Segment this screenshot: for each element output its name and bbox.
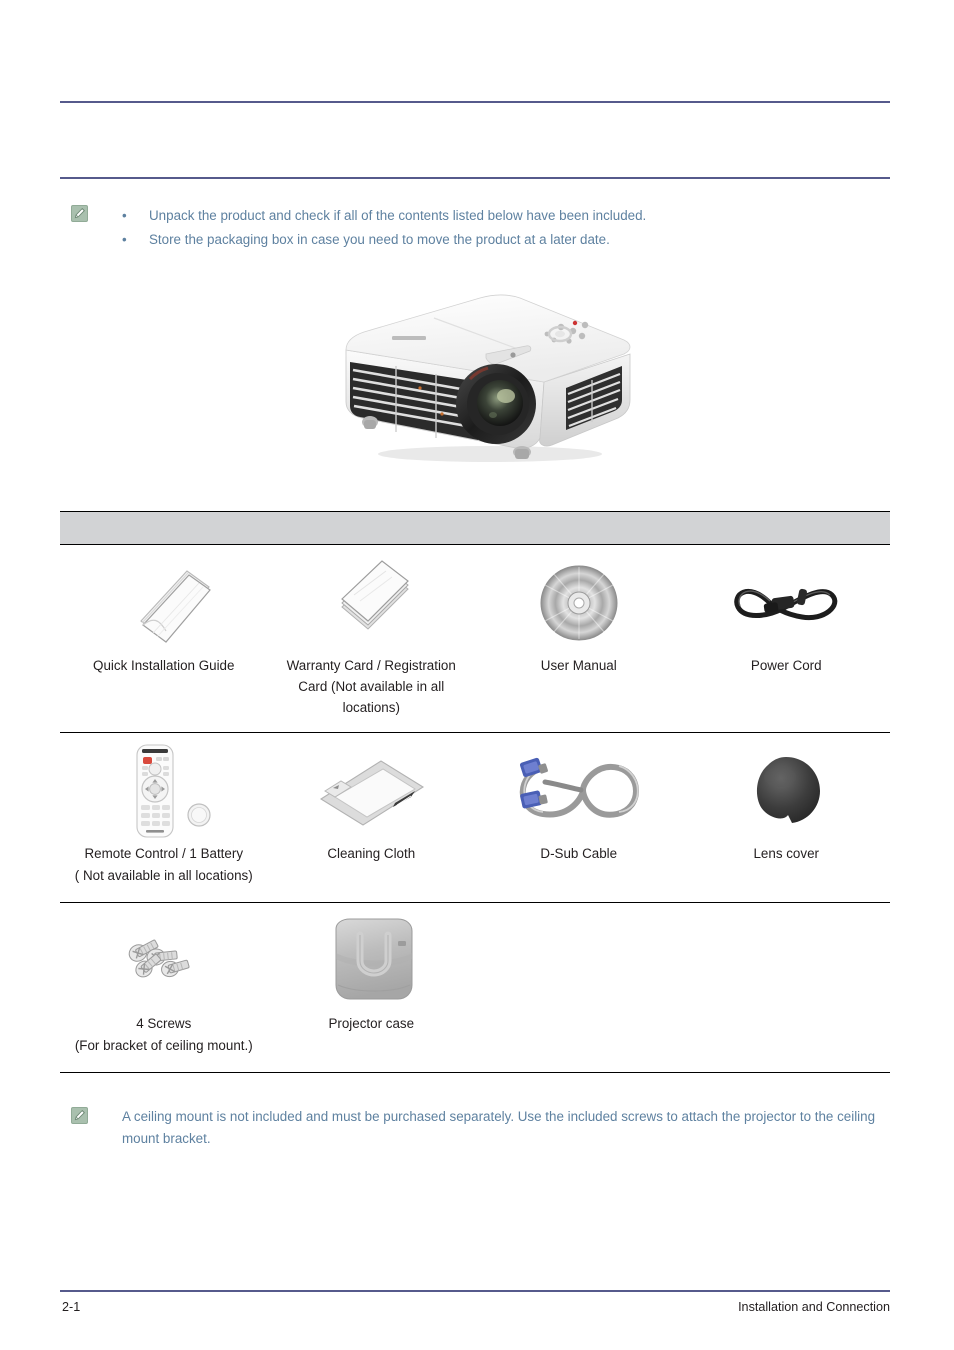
content-item-label: Quick Installation Guide <box>93 658 235 673</box>
note-block-top: • Unpack the product and check if all of… <box>60 204 890 252</box>
content-item-remote-control: Remote Control / 1 Battery ( Not availab… <box>60 733 268 902</box>
content-item-lens-cover: Lens cover <box>683 733 891 902</box>
content-item-label: 4 Screws <box>136 1016 192 1031</box>
box-contents-table: Quick Installation Guide Warranty Card /… <box>60 511 890 1073</box>
content-item-sublabel: ( Not available in all locations) <box>74 868 253 883</box>
content-item-power-cord: Power Cord <box>683 545 891 732</box>
note-pencil-icon <box>71 1107 88 1124</box>
header-rule-bottom <box>60 177 890 179</box>
footer-rule <box>60 1290 890 1292</box>
table-row: Quick Installation Guide Warranty Card /… <box>60 545 890 733</box>
content-item-user-manual: User Manual <box>475 545 683 732</box>
content-item-d-sub-cable: D-Sub Cable <box>475 733 683 902</box>
note-bullet-list: • Unpack the product and check if all of… <box>122 204 890 252</box>
content-item-cleaning-cloth: Cleaning Cloth <box>268 733 476 902</box>
bullet-glyph: • <box>122 232 127 247</box>
note-paragraph-text: A ceiling mount is not included and must… <box>122 1109 876 1146</box>
note-bullet-item: • Unpack the product and check if all of… <box>122 204 890 228</box>
document-page: • Unpack the product and check if all of… <box>0 0 954 1350</box>
quick-installation-guide-icon <box>109 557 219 649</box>
content-item-label: Warranty Card / Registration Card (Not a… <box>286 658 456 715</box>
content-item-label: Lens cover <box>753 846 819 861</box>
d-sub-cable-icon <box>509 745 649 837</box>
content-item-label: Power Cord <box>750 658 822 673</box>
content-item-label: Cleaning Cloth <box>327 846 416 861</box>
footer-section-label: Installation and Connection <box>738 1300 890 1314</box>
content-item-screws: 4 Screws (For bracket of ceiling mount.) <box>60 903 268 1072</box>
table-row: Remote Control / 1 Battery ( Not availab… <box>60 733 890 903</box>
projector-product-image <box>330 282 650 472</box>
cleaning-cloth-icon <box>311 745 431 837</box>
content-item-label: User Manual <box>540 658 617 673</box>
content-item-warranty-card: Warranty Card / Registration Card (Not a… <box>268 545 476 732</box>
warranty-card-icon <box>316 557 426 649</box>
content-item-label: D-Sub Cable <box>540 846 618 861</box>
content-item-quick-installation-guide: Quick Installation Guide <box>60 545 268 732</box>
content-item-projector-case: Projector case <box>268 903 476 1072</box>
note-bullet-item: • Store the packaging box in case you ne… <box>122 228 890 252</box>
lens-cover-icon <box>738 745 834 837</box>
header-rule-top <box>60 101 890 103</box>
bullet-glyph: • <box>122 208 127 223</box>
table-header-band <box>60 511 890 545</box>
note-bullet-text: Unpack the product and check if all of t… <box>149 208 647 223</box>
table-row: 4 Screws (For bracket of ceiling mount.) <box>60 903 890 1073</box>
projector-case-icon <box>316 915 426 1007</box>
content-item-label: Remote Control / 1 Battery <box>84 846 244 861</box>
remote-control-icon <box>99 744 229 838</box>
note-bullet-text: Store the packaging box in case you need… <box>149 232 610 247</box>
power-cord-icon <box>726 557 846 649</box>
content-item-label: Projector case <box>328 1016 415 1031</box>
content-item-sublabel: (For bracket of ceiling mount.) <box>74 1038 253 1053</box>
footer-page-number: 2-1 <box>62 1300 81 1314</box>
note-block-bottom: A ceiling mount is not included and must… <box>60 1106 890 1150</box>
screws-icon <box>104 915 224 1007</box>
note-pencil-icon <box>71 205 88 222</box>
user-manual-disc-icon <box>531 557 627 649</box>
